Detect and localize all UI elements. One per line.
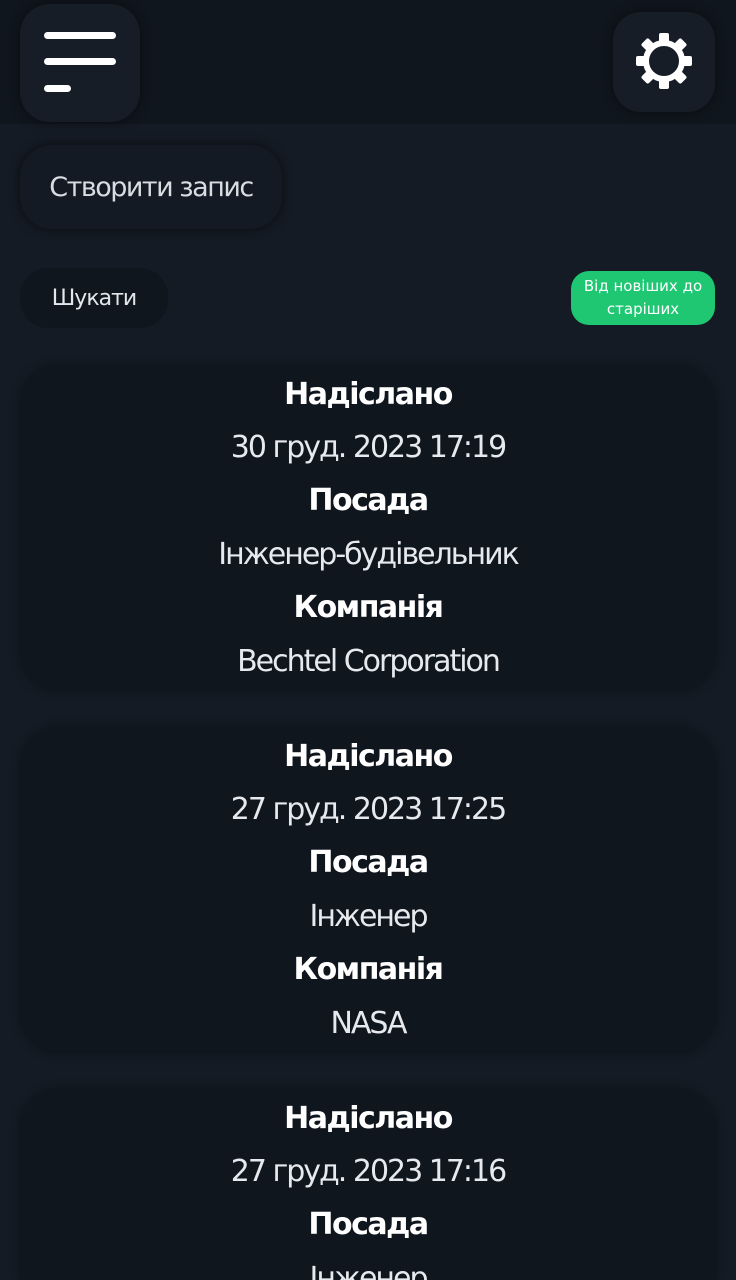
search-button[interactable]: Шукати xyxy=(20,268,168,328)
position-value: Інженер-будівельник xyxy=(218,537,519,572)
sent-label: Надіслано xyxy=(284,739,453,774)
sort-order-label: Від новіших до старіших xyxy=(583,277,703,318)
gear-icon xyxy=(636,33,692,89)
sent-value: 30 груд. 2023 17:19 xyxy=(230,430,507,465)
record-card[interactable]: Надіслано 27 груд. 2023 17:16 Посада Інж… xyxy=(20,1089,716,1280)
sent-label: Надіслано xyxy=(284,377,453,412)
search-label: Шукати xyxy=(51,285,137,311)
position-value: Інженер xyxy=(309,1261,428,1280)
company-value: Bechtel Corporation xyxy=(237,644,501,679)
record-card[interactable]: Надіслано 30 груд. 2023 17:19 Посада Інж… xyxy=(20,365,716,691)
menu-button[interactable] xyxy=(20,4,140,122)
position-value: Інженер xyxy=(309,899,428,934)
create-record-button[interactable]: Створити запис xyxy=(20,145,282,229)
top-bar xyxy=(0,0,736,124)
position-label: Посада xyxy=(308,1207,429,1242)
create-record-label: Створити запис xyxy=(49,171,254,203)
sent-label: Надіслано xyxy=(284,1101,453,1136)
sort-order-button[interactable]: Від новіших до старіших xyxy=(571,271,715,325)
sent-value: 27 груд. 2023 17:25 xyxy=(230,792,507,827)
record-card[interactable]: Надіслано 27 груд. 2023 17:25 Посада Інж… xyxy=(20,727,716,1053)
company-label: Компанія xyxy=(293,590,444,625)
sent-value: 27 груд. 2023 17:16 xyxy=(230,1154,507,1189)
settings-button[interactable] xyxy=(613,12,715,112)
position-label: Посада xyxy=(308,845,429,880)
company-label: Компанія xyxy=(293,952,444,987)
company-value: NASA xyxy=(330,1006,407,1041)
position-label: Посада xyxy=(308,483,429,518)
